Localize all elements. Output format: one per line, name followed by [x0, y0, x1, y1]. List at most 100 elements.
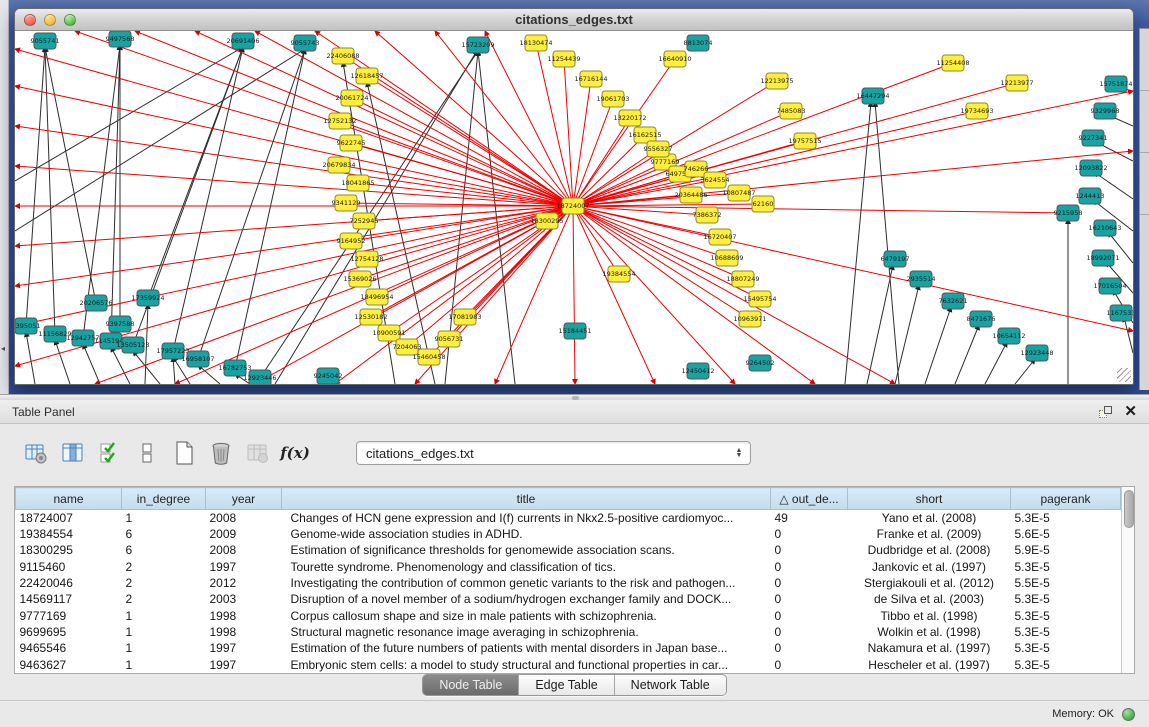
- table-row[interactable]: 1938455462009Genome-wide association stu…: [16, 526, 1121, 542]
- cell-short[interactable]: Tibbo et al. (1998): [848, 608, 1011, 624]
- cell-short[interactable]: de Silva et al. (2003): [848, 591, 1011, 607]
- column-header-pagerank[interactable]: pagerank: [1011, 488, 1121, 510]
- graph-edge[interactable]: [198, 365, 220, 384]
- cell-pagerank[interactable]: 5.3E-5: [1011, 640, 1121, 656]
- graph-edge[interactable]: [83, 45, 120, 338]
- graph-edge[interactable]: [925, 307, 951, 384]
- cell-pagerank[interactable]: 5.9E-5: [1011, 542, 1121, 558]
- function-builder-button[interactable]: f(x): [279, 436, 311, 470]
- cell-name[interactable]: 9465546: [16, 640, 122, 656]
- graph-edge[interactable]: [1015, 359, 1035, 384]
- window-resize-grip[interactable]: [1117, 368, 1131, 382]
- cell-year[interactable]: 2008: [206, 542, 282, 558]
- cell-name[interactable]: 14569117: [16, 591, 122, 607]
- cell-in_degree[interactable]: 1: [122, 657, 206, 673]
- column-header-title[interactable]: title: [282, 488, 771, 510]
- graph-edge[interactable]: [573, 204, 763, 206]
- clear-row-selection-button[interactable]: [131, 436, 163, 470]
- graph-edge[interactable]: [195, 31, 573, 206]
- cell-title[interactable]: Genome-wide association studies in ADHD.: [282, 526, 771, 542]
- graph-edge[interactable]: [173, 357, 175, 384]
- tab-edge-table[interactable]: Edge Table: [519, 675, 614, 695]
- graph-edge[interactable]: [573, 206, 1133, 331]
- cell-in_degree[interactable]: 6: [122, 542, 206, 558]
- cell-in_degree[interactable]: 6: [122, 526, 206, 542]
- column-header-short[interactable]: short: [848, 488, 1011, 510]
- cell-year[interactable]: 2008: [206, 510, 282, 526]
- tab-network-table[interactable]: Network Table: [615, 675, 726, 695]
- cell-year[interactable]: 1998: [206, 624, 282, 640]
- new-table-button[interactable]: [168, 436, 200, 470]
- graph-edge[interactable]: [15, 49, 305, 231]
- cell-pagerank[interactable]: 5.3E-5: [1011, 657, 1121, 673]
- cell-title[interactable]: Estimation of the future numbers of pati…: [282, 640, 771, 656]
- cell-in_degree[interactable]: 2: [122, 559, 206, 575]
- cell-in_degree[interactable]: 2: [122, 575, 206, 591]
- graph-edge[interactable]: [198, 49, 305, 359]
- cell-title[interactable]: Investigating the contribution of common…: [282, 575, 771, 591]
- table-settings-button[interactable]: [20, 436, 52, 470]
- cell-title[interactable]: Tourette syndrome. Phenomenology and cla…: [282, 559, 771, 575]
- graph-edge[interactable]: [173, 47, 243, 351]
- cell-year[interactable]: 2003: [206, 591, 282, 607]
- cell-year[interactable]: 1997: [206, 640, 282, 656]
- cell-out_degree[interactable]: 0: [771, 526, 848, 542]
- table-row[interactable]: 946362711997Embryonic stem cells: a mode…: [16, 657, 1121, 673]
- graph-edge[interactable]: [235, 49, 305, 368]
- cell-title[interactable]: Estimation of significance thresholds fo…: [282, 542, 771, 558]
- table-row[interactable]: 977716911998Corpus callosum shape and si…: [16, 608, 1121, 624]
- close-panel-icon[interactable]: ✕: [1124, 406, 1137, 418]
- table-row[interactable]: 946554611997Estimation of the future num…: [16, 640, 1121, 656]
- select-all-rows-button[interactable]: [94, 436, 126, 470]
- cell-in_degree[interactable]: 1: [122, 608, 206, 624]
- graph-edge[interactable]: [573, 206, 575, 384]
- cell-out_degree[interactable]: 0: [771, 575, 848, 591]
- graph-edge[interactable]: [83, 344, 100, 384]
- cell-out_degree[interactable]: 0: [771, 608, 848, 624]
- cell-short[interactable]: Franke et al. (2009): [848, 526, 1011, 542]
- graph-edge[interactable]: [15, 166, 573, 206]
- select-columns-button[interactable]: [57, 436, 89, 470]
- delete-table-button[interactable]: [205, 436, 237, 470]
- cell-pagerank[interactable]: 5.3E-5: [1011, 559, 1121, 575]
- graph-edge[interactable]: [367, 76, 573, 206]
- cell-short[interactable]: Dudbridge et al. (2008): [848, 542, 1011, 558]
- cell-pagerank[interactable]: 5.3E-5: [1011, 591, 1121, 607]
- graph-edge[interactable]: [26, 332, 35, 384]
- import-table-button[interactable]: [242, 436, 274, 470]
- table-vertical-scrollbar[interactable]: [1121, 487, 1134, 673]
- cell-out_degree[interactable]: 0: [771, 591, 848, 607]
- cell-pagerank[interactable]: 5.5E-5: [1011, 575, 1121, 591]
- cell-name[interactable]: 18724007: [16, 510, 122, 526]
- cell-name[interactable]: 9699695: [16, 624, 122, 640]
- table-row[interactable]: 1830029562008Estimation of significance …: [16, 542, 1121, 558]
- float-panel-icon[interactable]: [1099, 406, 1112, 418]
- panel-collapse-arrow-icon[interactable]: ◂: [1, 344, 5, 353]
- cell-year[interactable]: 1998: [206, 608, 282, 624]
- cell-out_degree[interactable]: 49: [771, 510, 848, 526]
- table-row[interactable]: 1456911722003Disruption of a novel membe…: [16, 591, 1121, 607]
- graph-edge[interactable]: [845, 102, 871, 384]
- graph-edge[interactable]: [478, 51, 515, 384]
- graph-edge[interactable]: [15, 206, 573, 286]
- cell-name[interactable]: 19384554: [16, 526, 122, 542]
- cell-short[interactable]: Jankovic et al. (1997): [848, 559, 1011, 575]
- cell-short[interactable]: Stergiakouli et al. (2012): [848, 575, 1011, 591]
- minimize-button[interactable]: [44, 14, 56, 26]
- table-row[interactable]: 1872400712008Changes of HCN gene express…: [16, 510, 1121, 526]
- network-canvas[interactable]: 2240608812618457200617241275213296227452…: [15, 31, 1133, 384]
- graph-edge[interactable]: [111, 45, 120, 341]
- cell-year[interactable]: 1997: [206, 657, 282, 673]
- network-window[interactable]: citations_edges.txt 22406088126184572006…: [14, 8, 1134, 385]
- cell-title[interactable]: Corpus callosum shape and size in male p…: [282, 608, 771, 624]
- table-selector-dropdown[interactable]: citations_edges.txt ▲▼: [356, 441, 751, 465]
- cell-short[interactable]: Nakamura et al. (1997): [848, 640, 1011, 656]
- cell-title[interactable]: Structural magnetic resonance image aver…: [282, 624, 771, 640]
- table-row[interactable]: 911546021997Tourette syndrome. Phenomeno…: [16, 559, 1121, 575]
- cell-pagerank[interactable]: 5.3E-5: [1011, 510, 1121, 526]
- cell-year[interactable]: 1997: [206, 559, 282, 575]
- cell-title[interactable]: Disruption of a novel member of a sodium…: [282, 591, 771, 607]
- zoom-button[interactable]: [64, 14, 76, 26]
- cell-title[interactable]: Embryonic stem cells: a model to study s…: [282, 657, 771, 673]
- table-row[interactable]: 2242004622012Investigating the contribut…: [16, 575, 1121, 591]
